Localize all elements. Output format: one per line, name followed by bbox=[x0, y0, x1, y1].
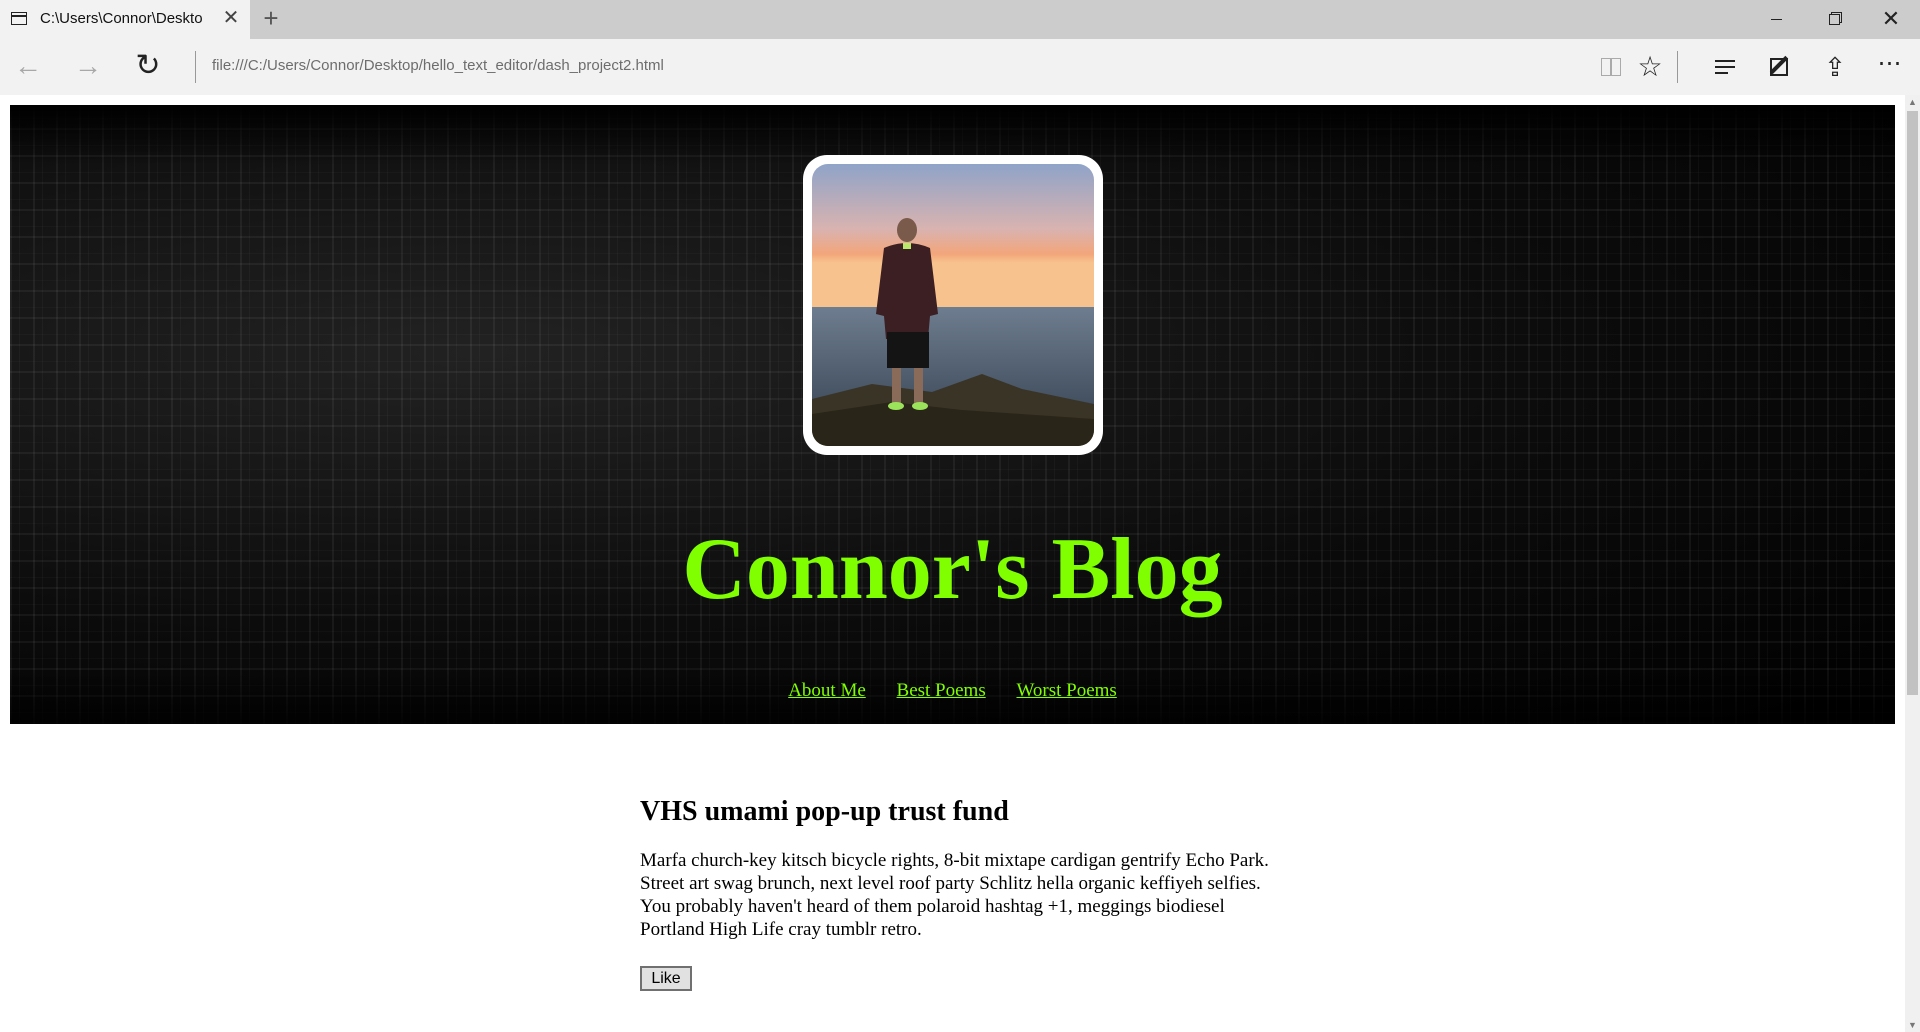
nav-about-me[interactable]: About Me bbox=[788, 680, 866, 701]
tab-bar: C:\Users\Connor\Deskto ✕ + ✕ bbox=[0, 0, 1920, 39]
nav-best-poems[interactable]: Best Poems bbox=[897, 680, 986, 701]
like-button[interactable]: Like bbox=[640, 966, 692, 991]
restore-icon[interactable] bbox=[1806, 0, 1862, 39]
vertical-scrollbar[interactable]: ▲ ▼ bbox=[1905, 95, 1920, 1032]
back-arrow-icon[interactable]: ← bbox=[14, 52, 42, 81]
more-icon[interactable]: ⋯ bbox=[1874, 51, 1906, 83]
minimize-icon[interactable] bbox=[1748, 0, 1804, 39]
page-viewport: Connor's Blog About Me Best Poems Worst … bbox=[0, 95, 1920, 1032]
avatar-frame bbox=[803, 155, 1103, 455]
blog-post: VHS umami pop-up trust fund Marfa church… bbox=[640, 795, 1270, 991]
address-bar: ← → ↻ file:///C:/Users/Connor/Desktop/he… bbox=[0, 39, 1920, 95]
scrollbar-thumb[interactable] bbox=[1907, 111, 1918, 695]
main-nav: About Me Best Poems Worst Poems bbox=[10, 680, 1895, 702]
toolbar-separator bbox=[1677, 51, 1678, 83]
blog-title: Connor's Blog bbox=[682, 521, 1223, 618]
page-icon bbox=[11, 12, 27, 25]
reading-view-icon[interactable] bbox=[1595, 51, 1627, 83]
tab-title: C:\Users\Connor\Deskto bbox=[40, 10, 203, 27]
profile-photo bbox=[812, 164, 1094, 446]
new-tab-icon[interactable]: + bbox=[258, 5, 284, 32]
share-icon[interactable]: ⇪ bbox=[1819, 51, 1851, 83]
scroll-down-arrow-icon[interactable]: ▼ bbox=[1905, 1018, 1920, 1032]
avatar bbox=[812, 164, 1094, 446]
post-heading: VHS umami pop-up trust fund bbox=[640, 796, 1009, 827]
favorite-star-icon[interactable]: ☆ bbox=[1634, 51, 1666, 83]
post-body: Marfa church-key kitsch bicycle rights, … bbox=[640, 850, 1269, 940]
web-note-icon[interactable] bbox=[1764, 51, 1796, 83]
window-close-icon[interactable]: ✕ bbox=[1862, 0, 1920, 39]
browser-tab[interactable]: C:\Users\Connor\Deskto ✕ bbox=[0, 0, 250, 39]
hero-banner: Connor's Blog About Me Best Poems Worst … bbox=[10, 105, 1895, 724]
nav-worst-poems[interactable]: Worst Poems bbox=[1016, 680, 1116, 701]
url-field[interactable]: file:///C:/Users/Connor/Desktop/hello_te… bbox=[212, 57, 664, 74]
forward-arrow-icon[interactable]: → bbox=[74, 52, 102, 81]
scroll-up-arrow-icon[interactable]: ▲ bbox=[1905, 95, 1920, 109]
hub-icon[interactable] bbox=[1709, 51, 1741, 83]
address-separator bbox=[195, 51, 196, 83]
close-tab-icon[interactable]: ✕ bbox=[222, 8, 240, 28]
refresh-icon[interactable]: ↻ bbox=[134, 51, 162, 81]
